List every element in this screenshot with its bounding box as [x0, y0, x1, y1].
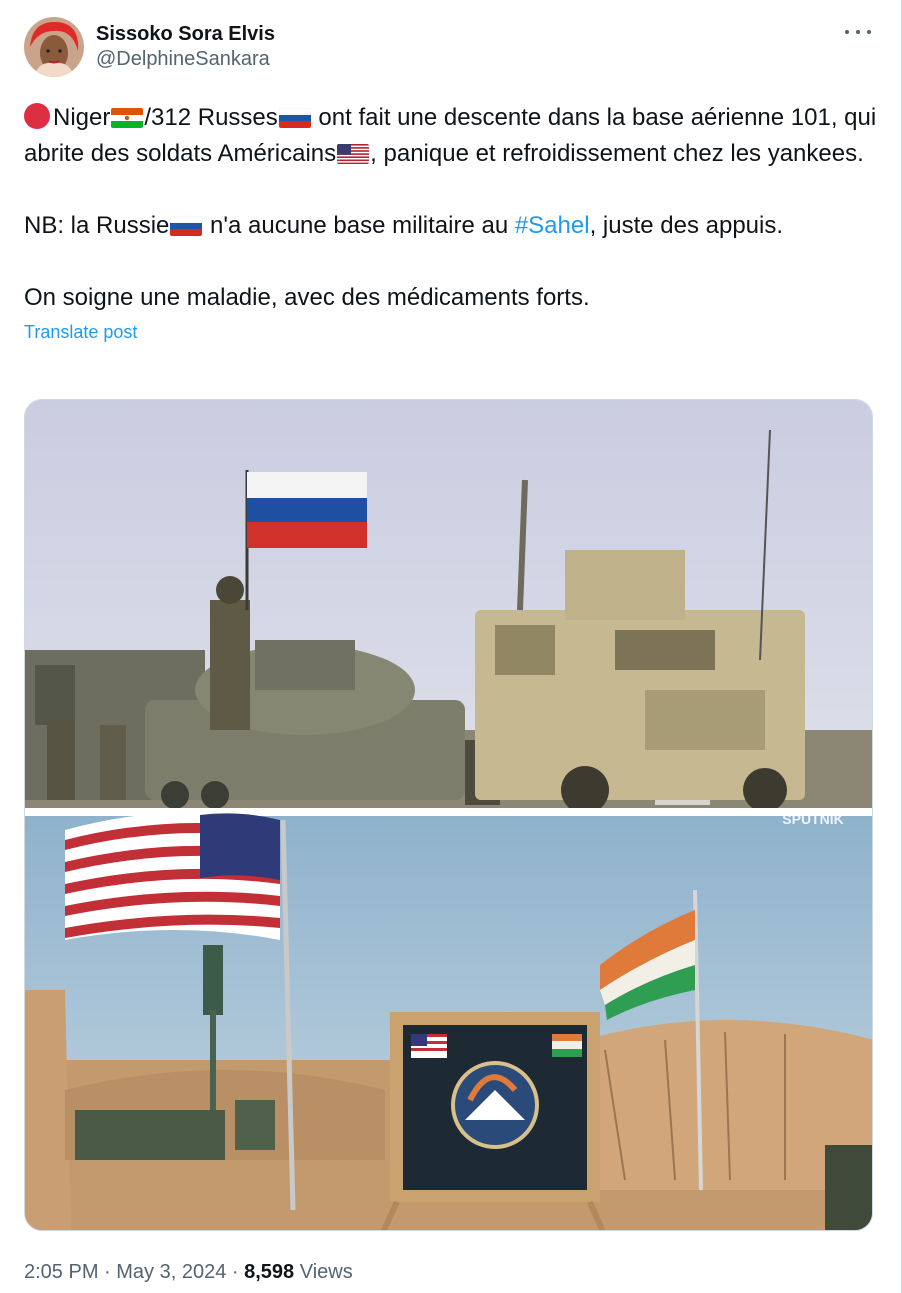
tweet-header: Sissoko Sora Elvis @DelphineSankara — [24, 16, 877, 78]
post-paragraph-1: Niger/312 Russes ont fait une descente d… — [24, 100, 877, 172]
text-fragment: NB: la Russie — [24, 212, 170, 239]
sputnik-watermark: SPUTNIK — [782, 811, 843, 827]
text-fragment: Niger — [53, 104, 111, 131]
russia-flag-emoji — [278, 108, 311, 128]
text-fragment: /312 Russes — [144, 104, 278, 131]
author-display-name[interactable]: Sissoko Sora Elvis — [96, 22, 275, 46]
text-fragment: n'a aucune base militaire au — [203, 212, 515, 239]
post-paragraph-2: NB: la Russie n'a aucune base militaire … — [24, 208, 877, 244]
tweet-card: Sissoko Sora Elvis @DelphineSankara Nige… — [0, 0, 902, 1293]
meta-separator: · — [226, 1261, 245, 1283]
avatar[interactable] — [24, 17, 84, 77]
russia-flag-emoji — [170, 216, 203, 236]
meta-separator: · — [98, 1261, 117, 1283]
author-names: Sissoko Sora Elvis @DelphineSankara — [96, 22, 275, 72]
tweet-text: Niger/312 Russes ont fait une descente d… — [24, 100, 877, 316]
text-fragment: , panique et refroidissement chez les ya… — [370, 140, 864, 167]
translate-post-link[interactable]: Translate post — [24, 322, 137, 343]
more-options-icon[interactable] — [845, 22, 871, 42]
red-circle-emoji — [24, 103, 50, 129]
post-date-link[interactable]: May 3, 2024 — [116, 1261, 226, 1283]
post-time-link[interactable]: 2:05 PM — [24, 1261, 98, 1283]
views-count: 8,598 — [244, 1261, 295, 1283]
post-paragraph-3: On soigne une maladie, avec des médicame… — [24, 284, 590, 311]
usa-flag-emoji — [337, 144, 370, 164]
tweet-meta: 2:05 PM · May 3, 2024 · 8,598 Views — [24, 1258, 353, 1286]
views-label: Views — [299, 1261, 353, 1283]
hashtag-link[interactable]: #Sahel — [515, 212, 590, 239]
post-media-image[interactable]: SPUTNIK — [24, 399, 873, 1231]
text-fragment: , juste des appuis. — [589, 212, 784, 239]
niger-flag-emoji — [111, 108, 144, 128]
author-handle[interactable]: @DelphineSankara — [96, 46, 275, 72]
